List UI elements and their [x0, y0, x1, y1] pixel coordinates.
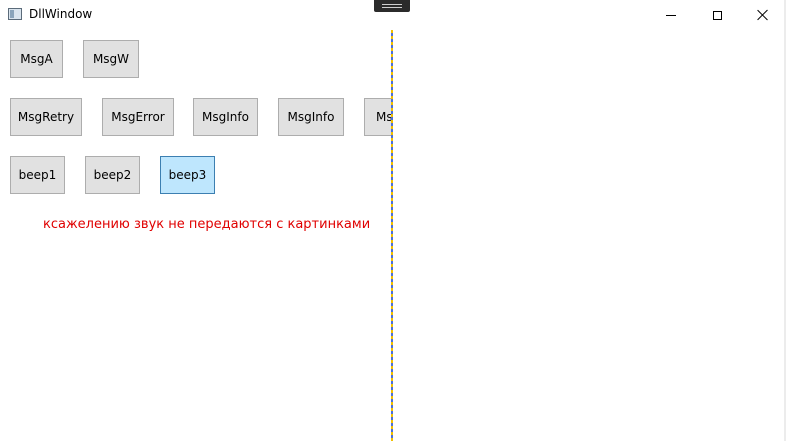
content-area: MsgA MsgW MsgRetry MsgError MsgInfo MsgI…: [0, 30, 392, 441]
msga-button[interactable]: MsgA: [10, 40, 63, 78]
msgerror-button[interactable]: MsgError: [102, 98, 174, 136]
app-window-icon: [8, 8, 22, 20]
ms-button-clipped[interactable]: Ms: [364, 98, 392, 136]
beep3-button[interactable]: beep3: [160, 156, 215, 194]
close-button[interactable]: [740, 0, 786, 30]
msginfo-button[interactable]: MsgInfo: [193, 98, 258, 136]
close-icon: [757, 9, 769, 21]
maximize-button[interactable]: [694, 0, 740, 30]
beep2-button[interactable]: beep2: [85, 156, 140, 194]
dll-window: DllWindow MsgA MsgW MsgRetry MsgError Ms…: [0, 0, 786, 441]
msgw-button[interactable]: MsgW: [83, 40, 139, 78]
msginfo-button-2[interactable]: MsgInfo: [278, 98, 344, 136]
msgretry-button[interactable]: MsgRetry: [10, 98, 82, 136]
layout-divider: [391, 30, 393, 441]
status-message: ксажелению звук не передаются с картинка…: [43, 217, 371, 232]
debug-toolbar-grip[interactable]: [374, 0, 410, 12]
minimize-icon: [666, 14, 676, 16]
beep1-button[interactable]: beep1: [10, 156, 65, 194]
minimize-button[interactable]: [648, 0, 694, 30]
maximize-icon: [712, 10, 722, 20]
window-title: DllWindow: [29, 7, 93, 21]
